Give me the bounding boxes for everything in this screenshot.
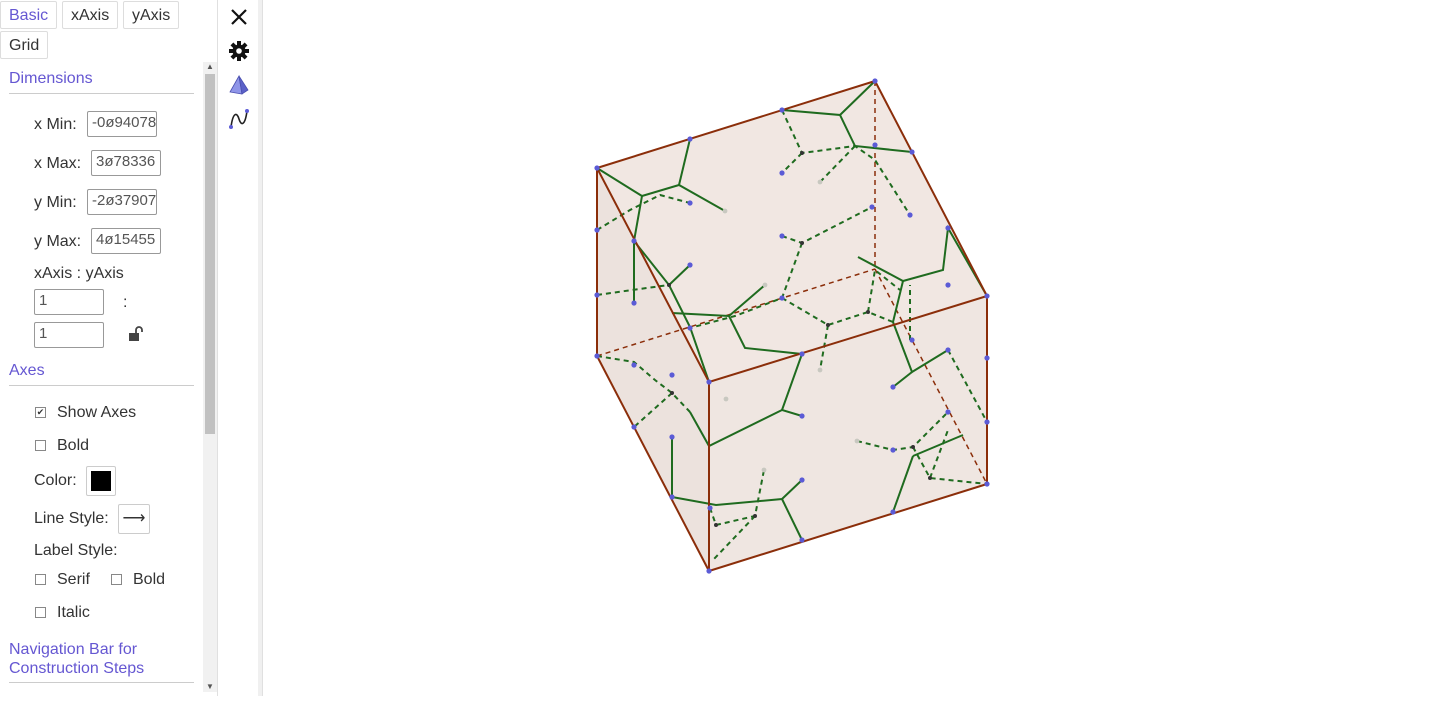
gear-icon[interactable] <box>228 40 250 62</box>
navigation-title-line2: Construction Steps <box>9 660 145 677</box>
tab-grid[interactable]: Grid <box>0 31 49 59</box>
x-max-input[interactable]: 3ø78336 <box>91 150 161 176</box>
bold-label: Bold <box>57 437 90 454</box>
view-toolbar <box>218 0 258 696</box>
y-min-input[interactable]: -2ø37907 <box>87 189 157 215</box>
tab-basic[interactable]: Basic <box>0 1 58 29</box>
section-divider <box>9 385 194 386</box>
ratio-colon: : <box>123 294 128 311</box>
curve-icon[interactable] <box>228 108 250 130</box>
panel-scrollbar[interactable]: ▲ ▼ <box>203 62 217 692</box>
cube-drawing <box>594 78 990 574</box>
ratio-x-input[interactable]: 1 <box>34 289 104 315</box>
bold-checkbox[interactable] <box>35 440 46 451</box>
navigation-title: Navigation Bar for Construction Steps <box>9 640 144 678</box>
axes-title: Axes <box>9 362 45 379</box>
section-divider <box>9 93 194 94</box>
line-style-button[interactable]: ⟶ <box>118 504 150 534</box>
x-min-input[interactable]: -0ø94078 <box>87 111 157 137</box>
axis-ratio-label: xAxis : yAxis <box>34 265 124 282</box>
y-max-label: y Max: <box>34 233 82 250</box>
label-style-label: Label Style: <box>34 542 118 559</box>
show-axes-checkbox[interactable]: ✔ <box>35 407 46 418</box>
unlock-icon[interactable] <box>127 325 145 343</box>
y-min-label: y Min: <box>34 194 77 211</box>
pyramid-icon[interactable] <box>228 74 250 96</box>
serif-label: Serif <box>57 571 90 588</box>
ratio-y-input[interactable]: 1 <box>34 322 104 348</box>
scroll-down-arrow[interactable]: ▼ <box>205 682 215 692</box>
y-max-input[interactable]: 4ø15455 <box>91 228 161 254</box>
graphics-3d-view[interactable] <box>263 0 1440 696</box>
settings-tabs: Basic xAxis yAxis Grid <box>0 0 220 62</box>
x-max-label: x Max: <box>34 155 82 172</box>
scroll-up-arrow[interactable]: ▲ <box>205 62 215 72</box>
serif-checkbox[interactable] <box>35 574 46 585</box>
italic-checkbox[interactable] <box>35 607 46 618</box>
label-bold-label: Bold <box>133 571 166 588</box>
section-divider <box>9 682 194 683</box>
line-style-label: Line Style: <box>34 510 109 527</box>
x-min-label: x Min: <box>34 116 77 133</box>
label-bold-checkbox[interactable] <box>111 574 122 585</box>
tab-yaxis[interactable]: yAxis <box>123 1 180 29</box>
italic-label: Italic <box>57 604 90 621</box>
show-axes-label: Show Axes <box>57 404 137 421</box>
navigation-title-line1: Navigation Bar for <box>9 641 138 658</box>
color-swatch[interactable] <box>86 466 116 496</box>
dimensions-title: Dimensions <box>9 70 93 87</box>
color-label: Color: <box>34 472 77 489</box>
scroll-thumb[interactable] <box>205 74 215 434</box>
settings-panel: Dimensions x Min: -0ø94078 x Max: 3ø7833… <box>0 62 203 696</box>
close-icon[interactable] <box>228 6 250 28</box>
tab-xaxis[interactable]: xAxis <box>62 1 119 29</box>
